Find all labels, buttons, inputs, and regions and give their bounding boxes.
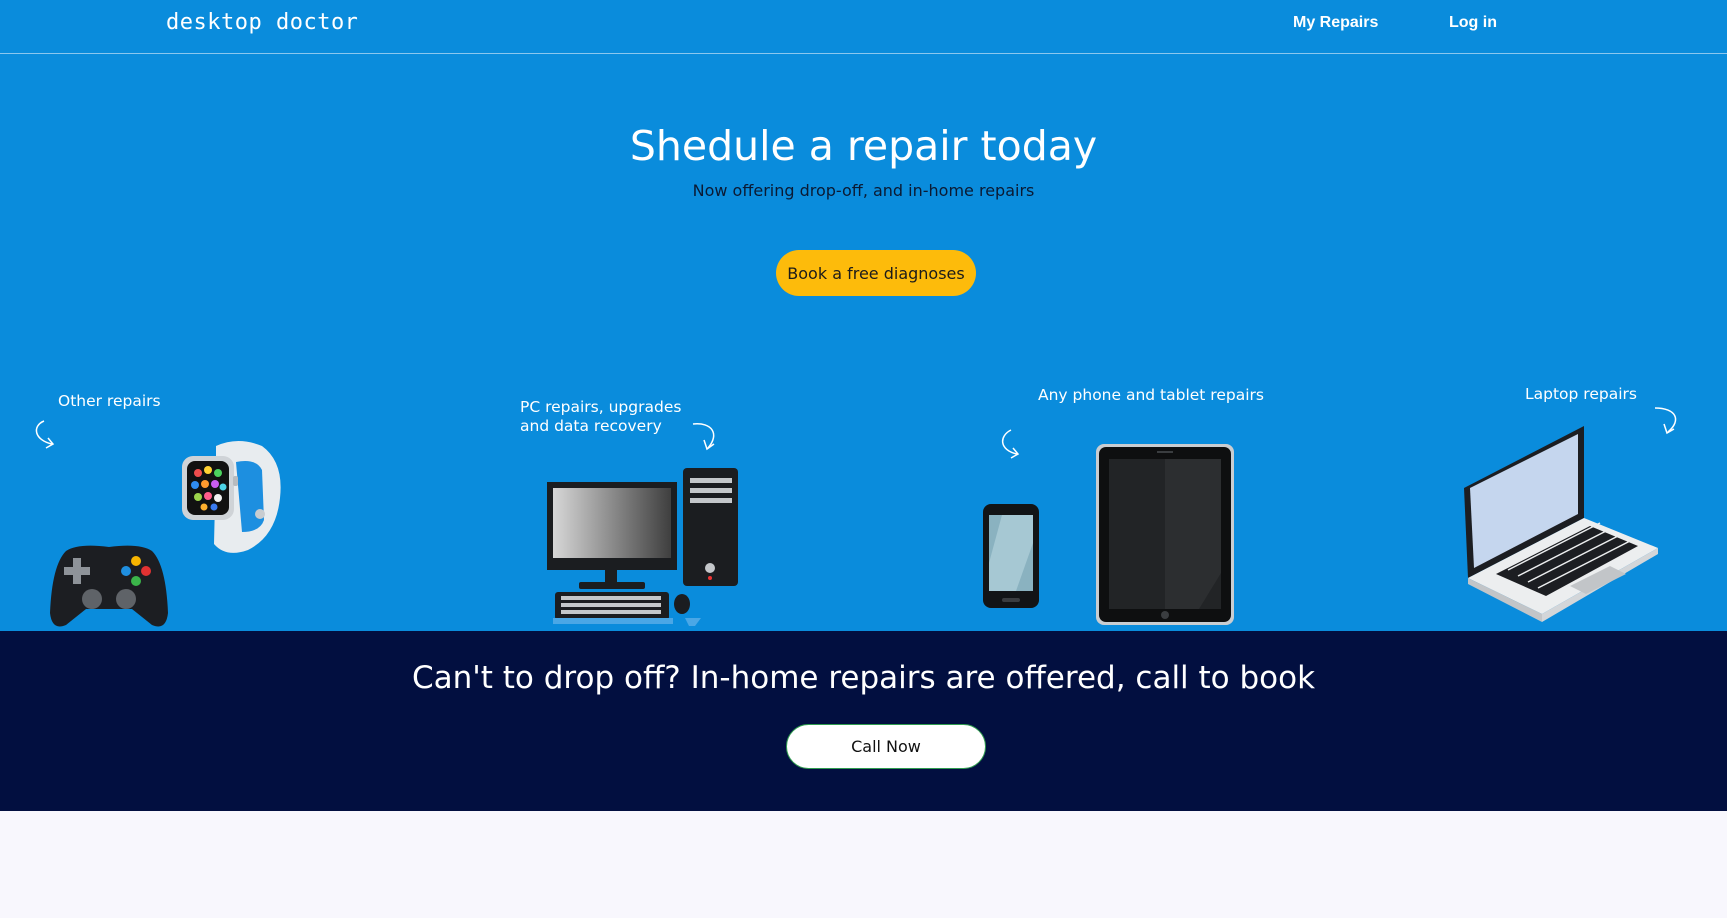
category-label-other: Other repairs — [58, 392, 161, 410]
book-diagnosis-button[interactable]: Book a free diagnoses — [776, 250, 976, 296]
desktop-computer-icon — [547, 468, 738, 626]
nav-link-log-in[interactable]: Log in — [1449, 14, 1497, 32]
in-home-band — [0, 631, 1727, 811]
logo[interactable]: desktop doctor — [166, 10, 358, 35]
smartwatch-icon — [182, 441, 281, 553]
hero-section: desktop doctor My Repairs Log in Shedule… — [0, 0, 1727, 631]
curved-arrow-icon — [35, 420, 55, 449]
curved-arrow-icon — [692, 423, 715, 451]
hero-subtitle: Now offering drop-off, and in-home repai… — [692, 181, 1035, 200]
tablet-icon — [1096, 444, 1234, 625]
phone-icon — [983, 504, 1039, 608]
category-label-phone-tablet: Any phone and tablet repairs — [1038, 386, 1264, 404]
category-label-pc-line2: and data recovery — [520, 417, 662, 435]
hero-title: Shedule a repair today — [629, 122, 1098, 170]
curved-arrow-icon — [1002, 429, 1020, 459]
game-controller-icon — [50, 545, 168, 627]
nav-link-my-repairs[interactable]: My Repairs — [1293, 14, 1378, 32]
navbar: desktop doctor My Repairs Log in — [0, 0, 1727, 54]
in-home-title: Can't to drop off? In-home repairs are o… — [411, 660, 1316, 696]
page-footer — [0, 811, 1727, 918]
call-now-button[interactable]: Call Now — [786, 724, 986, 769]
laptop-icon — [1464, 426, 1658, 622]
category-label-pc-line1: PC repairs, upgrades — [520, 398, 682, 416]
category-label-laptop: Laptop repairs — [1525, 385, 1637, 403]
